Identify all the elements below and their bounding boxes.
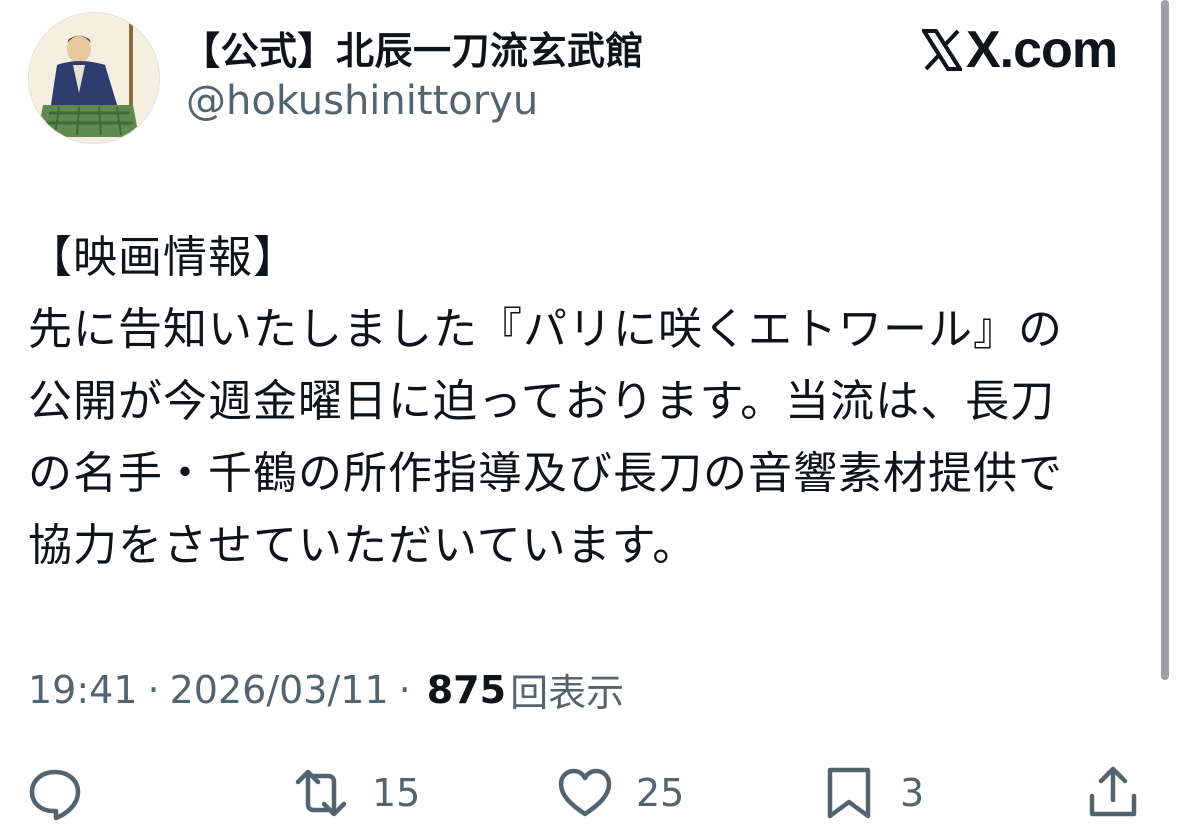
- retweet-button[interactable]: 15: [292, 758, 420, 828]
- user-handle[interactable]: @hokushinittoryu: [186, 78, 538, 124]
- tweet-line: 【映画情報】: [28, 232, 298, 283]
- share-button[interactable]: [1084, 758, 1142, 828]
- reply-button[interactable]: [26, 758, 84, 828]
- samurai-portrait-icon: [29, 13, 159, 143]
- tweet-line: 公開が今週金曜日に迫っております。当流は、長刀: [28, 376, 1056, 427]
- retweet-count: 15: [372, 771, 421, 815]
- tweet-line: 先に告知いたしました『パリに咲くエトワール』の: [28, 304, 1063, 355]
- avatar[interactable]: [28, 12, 160, 144]
- views-label: 回表示: [510, 671, 625, 715]
- tweet-card: 【公式】北辰一刀流玄武館 @hokushinittoryu X.com 【映画情…: [0, 0, 1179, 839]
- retweet-icon: [295, 769, 347, 817]
- x-logo-icon: [922, 29, 962, 71]
- tweet-line: 協力をさせていただいています。: [28, 520, 698, 571]
- x-brand: X.com: [922, 21, 1118, 79]
- views-count: 875: [426, 667, 507, 712]
- share-icon: [1089, 766, 1137, 817]
- tweet-meta: 19:41 · 2026/03/11 · 875 回表示: [28, 662, 624, 717]
- display-name[interactable]: 【公式】北辰一刀流玄武館: [182, 20, 644, 75]
- post-date[interactable]: 2026/03/11: [170, 668, 389, 712]
- reply-icon: [29, 769, 81, 821]
- action-bar: 15 25 3: [0, 758, 1179, 828]
- tweet-line: の名手・千鶴の所作指導及び長刀の音響素材提供で: [28, 448, 1063, 499]
- bookmark-count: 3: [900, 771, 925, 815]
- heart-icon: [558, 768, 612, 817]
- like-button[interactable]: 25: [556, 758, 684, 828]
- like-count: 25: [636, 771, 685, 815]
- meta-separator: ·: [398, 667, 411, 712]
- scrollbar[interactable]: [1161, 0, 1169, 680]
- bookmark-button[interactable]: 3: [820, 758, 924, 828]
- brand-text: X.com: [966, 21, 1118, 79]
- tweet-text: 【映画情報】 先に告知いたしました『パリに咲くエトワール』の 公開が今週金曜日に…: [28, 222, 1138, 582]
- bookmark-icon: [827, 767, 871, 819]
- post-time[interactable]: 19:41: [28, 668, 138, 712]
- meta-separator: ·: [147, 667, 160, 712]
